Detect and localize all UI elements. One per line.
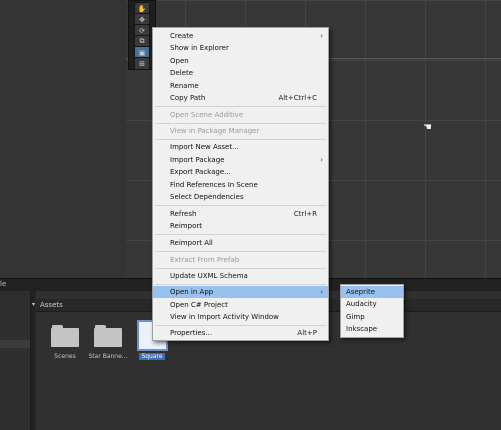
submenu-item-label: Aseprite xyxy=(346,288,376,296)
menu-item-open[interactable]: Open xyxy=(153,55,328,67)
menu-item-view-in-package-manager: View in Package Manager xyxy=(153,125,328,137)
menu-item-label: Select Dependencies xyxy=(170,193,244,201)
asset-label-selected: Square xyxy=(139,353,165,360)
asset-item-star-banner[interactable]: Star Banne... xyxy=(87,325,129,360)
menu-item-label: Reimport All xyxy=(170,239,213,247)
assets-breadcrumb-label[interactable]: Assets xyxy=(40,301,63,309)
submenu-item-label: Gimp xyxy=(346,313,365,321)
menu-item-label: Find References In Scene xyxy=(170,181,258,189)
menu-item-label: Extract From Prefab xyxy=(170,256,240,264)
menu-item-label: Export Package... xyxy=(170,168,231,176)
menu-item-label: Show in Explorer xyxy=(170,44,229,52)
menu-item-copy-path[interactable]: Copy Path Alt+Ctrl+C xyxy=(153,92,328,104)
menu-item-label: Reimport xyxy=(170,222,202,230)
project-folder-tree[interactable] xyxy=(0,291,31,430)
chevron-right-icon: › xyxy=(320,288,323,296)
submenu-item-aseprite[interactable]: Aseprite xyxy=(341,286,403,298)
menu-item-view-import-activity[interactable]: View in Import Activity Window xyxy=(153,311,328,323)
menu-item-label: View in Package Manager xyxy=(170,127,260,135)
menu-shortcut: Alt+Ctrl+C xyxy=(278,94,317,102)
scene-left-area xyxy=(0,0,126,278)
folder-tree-selected-row[interactable] xyxy=(0,340,30,348)
submenu-item-label: Audacity xyxy=(346,300,377,308)
chevron-right-icon: › xyxy=(320,32,323,40)
submenu-item-label: Inkscape xyxy=(346,325,378,333)
menu-item-label: Refresh xyxy=(170,210,197,218)
menu-item-export-package[interactable]: Export Package... xyxy=(153,166,328,178)
menu-shortcut: Alt+P xyxy=(297,329,317,337)
menu-separator xyxy=(155,284,326,285)
menu-item-show-in-explorer[interactable]: Show in Explorer xyxy=(153,42,328,54)
submenu-item-gimp[interactable]: Gimp xyxy=(341,311,403,323)
menu-item-update-uxml-schema[interactable]: Update UXML Schema xyxy=(153,270,328,282)
menu-item-reimport[interactable]: Reimport xyxy=(153,220,328,232)
menu-item-label: Import New Asset... xyxy=(170,143,239,151)
menu-item-label: Delete xyxy=(170,69,193,77)
menu-item-label: Open C# Project xyxy=(170,301,228,309)
menu-item-extract-from-prefab: Extract From Prefab xyxy=(153,254,328,266)
submenu-item-inkscape[interactable]: Inkscape xyxy=(341,323,403,335)
menu-item-open-csharp-project[interactable]: Open C# Project xyxy=(153,299,328,311)
submenu-item-audacity[interactable]: Audacity xyxy=(341,298,403,310)
menu-item-properties[interactable]: Properties... Alt+P xyxy=(153,327,328,339)
menu-item-label: Properties... xyxy=(170,329,213,337)
menu-separator xyxy=(155,123,326,124)
menu-item-refresh[interactable]: Refresh Ctrl+R xyxy=(153,208,328,220)
menu-item-rename[interactable]: Rename xyxy=(153,80,328,92)
project-tab-label[interactable]: le xyxy=(0,280,6,288)
menu-item-label: Update UXML Schema xyxy=(170,272,248,280)
menu-shortcut: Ctrl+R xyxy=(293,210,317,218)
menu-item-open-in-app[interactable]: Open in App › xyxy=(153,286,328,298)
open-in-app-submenu: Aseprite Audacity Gimp Inkscape xyxy=(340,284,404,338)
menu-separator xyxy=(155,106,326,107)
menu-item-label: Open Scene Additive xyxy=(170,111,244,119)
menu-item-label: Open xyxy=(170,57,189,65)
asset-item-scenes[interactable]: Scenes xyxy=(44,325,86,360)
folder-icon xyxy=(51,325,79,347)
folder-icon xyxy=(94,325,122,347)
menu-separator xyxy=(155,139,326,140)
menu-item-label: Copy Path xyxy=(170,94,206,102)
menu-separator xyxy=(155,205,326,206)
menu-item-find-references[interactable]: Find References In Scene xyxy=(153,179,328,191)
transform-tool-icon[interactable]: ⊞ xyxy=(134,57,150,70)
menu-item-import-new-asset[interactable]: Import New Asset... xyxy=(153,141,328,153)
asset-label: Scenes xyxy=(54,353,76,360)
pointer-cursor-icon: ☚ xyxy=(423,122,432,133)
menu-separator xyxy=(155,234,326,235)
menu-separator xyxy=(155,251,326,252)
menu-item-label: Open in App xyxy=(170,288,214,296)
chevron-right-icon: › xyxy=(320,156,323,164)
menu-separator xyxy=(155,268,326,269)
menu-item-label: Import Package xyxy=(170,156,225,164)
menu-item-delete[interactable]: Delete xyxy=(153,67,328,79)
menu-separator xyxy=(155,325,326,326)
menu-item-select-dependencies[interactable]: Select Dependencies xyxy=(153,191,328,203)
chevron-down-icon[interactable]: ▾ xyxy=(32,301,35,308)
menu-item-import-package[interactable]: Import Package › xyxy=(153,154,328,166)
context-menu: Create › Show in Explorer Open Delete Ren… xyxy=(152,27,329,341)
panel-splitter[interactable] xyxy=(31,291,35,430)
asset-label: Star Banne... xyxy=(88,353,128,360)
menu-item-reimport-all[interactable]: Reimport All xyxy=(153,237,328,249)
menu-item-create[interactable]: Create › xyxy=(153,30,328,42)
menu-item-label: Rename xyxy=(170,82,199,90)
menu-item-open-scene-additive: Open Scene Additive xyxy=(153,109,328,121)
menu-item-label: View in Import Activity Window xyxy=(170,313,279,321)
menu-item-label: Create xyxy=(170,32,194,40)
